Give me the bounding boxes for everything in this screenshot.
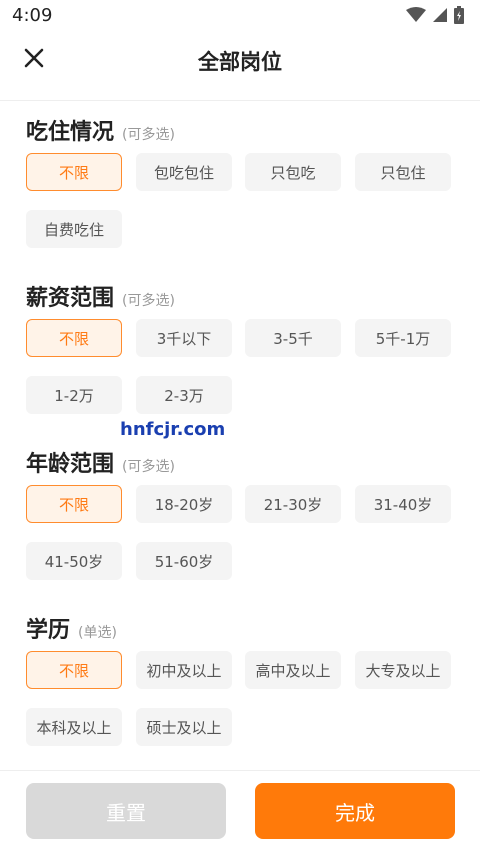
section-hint: (可多选) bbox=[122, 459, 175, 475]
option-chip-selected[interactable]: 不限 bbox=[26, 153, 122, 191]
option-chip[interactable]: 3-5千 bbox=[245, 319, 341, 357]
option-chip-selected[interactable]: 不限 bbox=[26, 485, 122, 523]
option-chip[interactable]: 包吃包住 bbox=[136, 153, 232, 191]
option-chip-selected[interactable]: 不限 bbox=[26, 319, 122, 357]
reset-button[interactable]: 重置 bbox=[26, 783, 226, 839]
option-chip[interactable]: 大专及以上 bbox=[355, 651, 451, 689]
section-title-age: 年龄范围 (可多选) bbox=[26, 446, 175, 478]
section-title-salary: 薪资范围 (可多选) bbox=[26, 280, 175, 312]
option-chip[interactable]: 41-50岁 bbox=[26, 542, 122, 580]
option-chip[interactable]: 18-20岁 bbox=[136, 485, 232, 523]
battery-icon bbox=[454, 6, 464, 28]
option-chip[interactable]: 高中及以上 bbox=[245, 651, 341, 689]
section-title-food-housing: 吃住情况 (可多选) bbox=[26, 114, 175, 146]
status-time: 4:09 bbox=[12, 5, 53, 26]
option-chip[interactable]: 1-2万 bbox=[26, 376, 122, 414]
status-icons bbox=[406, 6, 464, 28]
section-hint: (可多选) bbox=[122, 293, 175, 309]
done-button[interactable]: 完成 bbox=[255, 783, 455, 839]
section-title-education: 学历 (单选) bbox=[26, 612, 117, 644]
header: 全部岗位 bbox=[0, 32, 480, 88]
header-divider bbox=[0, 100, 480, 101]
option-chip[interactable]: 本科及以上 bbox=[26, 708, 122, 746]
page-title: 全部岗位 bbox=[198, 50, 282, 74]
option-chip[interactable]: 51-60岁 bbox=[136, 542, 232, 580]
section-heading: 吃住情况 bbox=[26, 120, 115, 145]
option-chip[interactable]: 初中及以上 bbox=[136, 651, 232, 689]
option-chip[interactable]: 只包住 bbox=[355, 153, 451, 191]
option-chip[interactable]: 硕士及以上 bbox=[136, 708, 232, 746]
footer-divider bbox=[0, 770, 480, 771]
section-heading: 薪资范围 bbox=[26, 286, 115, 311]
option-chip[interactable]: 3千以下 bbox=[136, 319, 232, 357]
option-chip[interactable]: 只包吃 bbox=[245, 153, 341, 191]
section-hint: (单选) bbox=[78, 625, 117, 641]
signal-icon bbox=[432, 7, 448, 27]
option-chip[interactable]: 31-40岁 bbox=[355, 485, 451, 523]
option-chip[interactable]: 自费吃住 bbox=[26, 210, 122, 248]
option-chip[interactable]: 5千-1万 bbox=[355, 319, 451, 357]
watermark-text: hnfcjr.com bbox=[120, 419, 226, 440]
section-heading: 学历 bbox=[26, 618, 71, 643]
option-chip[interactable]: 21-30岁 bbox=[245, 485, 341, 523]
option-chip[interactable]: 2-3万 bbox=[136, 376, 232, 414]
section-heading: 年龄范围 bbox=[26, 452, 115, 477]
section-hint: (可多选) bbox=[122, 127, 175, 143]
option-chip-selected[interactable]: 不限 bbox=[26, 651, 122, 689]
status-bar: 4:09 bbox=[0, 0, 480, 32]
wifi-icon bbox=[406, 7, 426, 27]
